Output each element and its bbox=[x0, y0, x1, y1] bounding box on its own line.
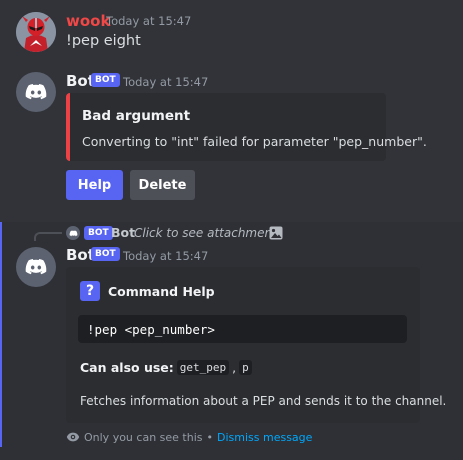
ephemeral-separator: • bbox=[206, 430, 214, 444]
message-timestamp: Today at 15:47 bbox=[123, 75, 209, 89]
red-ranger-avatar bbox=[16, 12, 56, 52]
bot-badge: BOT bbox=[91, 247, 120, 261]
ephemeral-text: Only you can see this bbox=[84, 430, 203, 444]
question-mark-icon: ? bbox=[80, 281, 100, 301]
error-embed: Bad argument Converting to "int" failed … bbox=[66, 93, 427, 161]
embed-title: Command Help bbox=[108, 284, 215, 299]
bot-avatar[interactable] bbox=[16, 72, 56, 112]
aliases-label: Can also use: bbox=[80, 360, 174, 375]
reply-username[interactable]: Bot bbox=[111, 225, 135, 240]
message-timestamp: Today at 15:47 bbox=[123, 249, 209, 263]
aliases-line: Can also use: get_pep , p bbox=[80, 360, 252, 375]
image-icon bbox=[269, 226, 283, 240]
username-wook[interactable]: wook bbox=[66, 12, 110, 30]
help-button[interactable]: Help bbox=[66, 170, 123, 200]
reply-avatar[interactable] bbox=[66, 226, 80, 240]
usage-code-block: !pep <pep_number> bbox=[78, 315, 407, 343]
help-embed: ? Command Help !pep <pep_number> Can als… bbox=[66, 267, 446, 423]
bot-avatar[interactable] bbox=[16, 247, 56, 287]
discord-logo-icon bbox=[25, 259, 47, 275]
dismiss-message-link[interactable]: Dismiss message bbox=[217, 431, 312, 444]
discord-logo-icon bbox=[25, 84, 47, 100]
message-timestamp: Today at 15:47 bbox=[106, 14, 192, 28]
discord-logo-icon bbox=[69, 230, 77, 236]
delete-button[interactable]: Delete bbox=[130, 170, 195, 200]
alias-p: p bbox=[239, 360, 252, 375]
reply-bot-badge: BOT bbox=[84, 226, 113, 240]
reply-spine bbox=[34, 232, 62, 241]
ephemeral-notice: Only you can see this • Dismiss message bbox=[66, 430, 312, 444]
eye-icon bbox=[66, 432, 80, 442]
embed-description: Converting to "int" failed for parameter… bbox=[82, 134, 427, 149]
alias-get-pep: get_pep bbox=[176, 360, 230, 375]
highlight-bar bbox=[0, 222, 2, 447]
embed-title: Bad argument bbox=[82, 108, 191, 124]
reply-preview-text[interactable]: Click to see attachment bbox=[134, 226, 277, 240]
embed-description: Fetches information about a PEP and send… bbox=[80, 394, 447, 408]
message-content: !pep eight bbox=[66, 33, 141, 49]
user-avatar[interactable] bbox=[16, 12, 56, 52]
alias-separator: , bbox=[232, 360, 237, 375]
bot-badge: BOT bbox=[91, 73, 120, 87]
